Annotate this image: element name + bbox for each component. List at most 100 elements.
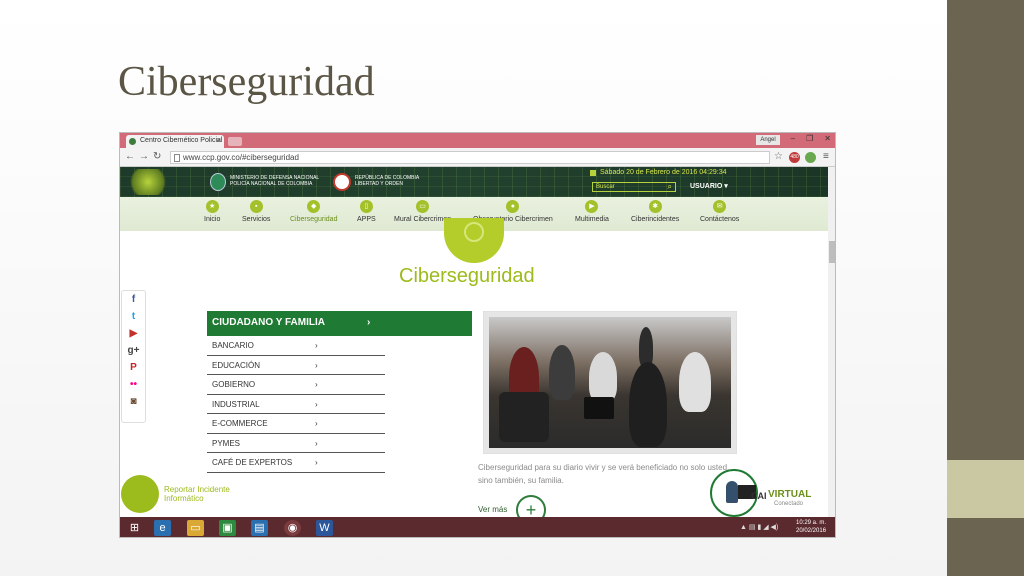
nav-ciberseguridad[interactable]: ◆ Ciberseguridad bbox=[290, 200, 337, 223]
nav-multimedia[interactable]: ▶ Multimedia bbox=[575, 200, 609, 223]
chevron-right-icon: › bbox=[315, 438, 318, 448]
social-sidebar: f t ▶ g+ P •• ◙ bbox=[121, 290, 146, 423]
menu-item-ecommerce[interactable]: E-COMMERCE › bbox=[207, 414, 385, 434]
browser-tab[interactable]: Centro Cibernético Policial × bbox=[126, 135, 224, 148]
feature-photo bbox=[483, 311, 737, 454]
profile-chip[interactable]: Angel bbox=[756, 135, 780, 145]
store-icon[interactable]: ▣ bbox=[219, 520, 236, 536]
chevron-right-icon: › bbox=[315, 341, 318, 350]
menu-header-label: CIUDADANO Y FAMILIA bbox=[212, 317, 325, 328]
chrome-icon[interactable]: ◉ bbox=[284, 520, 301, 536]
cai-label: CAI bbox=[751, 491, 767, 501]
menu-item-pymes[interactable]: PYMES › bbox=[207, 434, 385, 453]
facebook-icon[interactable]: f bbox=[122, 291, 145, 308]
shield-icon: ◆ bbox=[307, 200, 321, 213]
chevron-right-icon: › bbox=[315, 399, 318, 409]
page-scrollbar[interactable] bbox=[828, 167, 835, 517]
user-menu[interactable]: USUARIO ▾ bbox=[690, 182, 728, 190]
chevron-right-icon: › bbox=[367, 317, 371, 328]
youtube-icon[interactable]: ▶ bbox=[122, 325, 145, 342]
internet-explorer-icon[interactable]: e bbox=[154, 520, 171, 536]
report-incident-icon[interactable] bbox=[121, 475, 159, 513]
slide-title: Ciberseguridad bbox=[118, 59, 375, 105]
back-icon[interactable]: ← bbox=[125, 151, 135, 162]
robot-logo bbox=[126, 169, 170, 195]
instagram-icon[interactable]: ◙ bbox=[122, 393, 145, 410]
virtual-label: VIRTUAL bbox=[768, 489, 812, 500]
windows-taskbar: ⊞ e ▭ ▣ ▤ ◉ W ▲ ▤ ▮ ◢ ◀) 10:29 a. m. 20/… bbox=[120, 517, 835, 537]
mural-icon: ▭ bbox=[416, 200, 430, 213]
chevron-right-icon: › bbox=[315, 458, 318, 467]
chevron-right-icon: › bbox=[315, 360, 318, 370]
word-icon[interactable]: W bbox=[316, 520, 333, 536]
page-icon bbox=[174, 154, 180, 162]
ministry-text: MINISTERIO DE DEFENSA NACIONAL POLICÍA N… bbox=[230, 175, 319, 187]
mail-icon: ✉ bbox=[713, 200, 727, 213]
menu-item-educacion[interactable]: EDUCACIÓN › bbox=[207, 356, 385, 375]
chevron-right-icon: › bbox=[315, 380, 318, 389]
bookmark-star-icon[interactable]: ☆ bbox=[774, 151, 783, 162]
address-bar-input[interactable]: www.ccp.gov.co/#ciberseguridad bbox=[170, 151, 770, 164]
windows-start-icon[interactable]: ⊞ bbox=[126, 520, 143, 536]
location-icon: ● bbox=[506, 200, 520, 213]
home-icon: ★ bbox=[205, 200, 219, 213]
report-incident-link[interactable]: Reportar Incidente Informático bbox=[164, 485, 244, 503]
pinterest-icon[interactable]: P bbox=[122, 359, 145, 376]
slide-side-accent bbox=[947, 460, 1024, 518]
services-icon: ▪ bbox=[249, 200, 263, 213]
republic-shield-icon bbox=[333, 173, 351, 191]
minimize-icon[interactable]: – bbox=[791, 134, 795, 143]
connected-status: Conectado bbox=[774, 501, 804, 507]
calendar-icon bbox=[590, 170, 596, 176]
search-placeholder: Buscar bbox=[596, 184, 615, 190]
search-icon[interactable]: ⌕ bbox=[668, 182, 672, 192]
menu-header[interactable]: CIUDADANO Y FAMILIA › bbox=[207, 311, 472, 336]
chevron-right-icon: › bbox=[315, 419, 318, 428]
ministry-shield-icon bbox=[210, 173, 226, 191]
browser-titlebar: Centro Cibernético Policial × Angel – ❐ … bbox=[120, 133, 835, 148]
site-favicon-icon bbox=[129, 138, 136, 145]
twitter-icon[interactable]: t bbox=[122, 308, 145, 325]
nav-mural[interactable]: ▭ Mural Cibercrimen bbox=[394, 200, 451, 223]
nav-ciberincidentes[interactable]: ✱ Ciberincidentes bbox=[631, 200, 679, 223]
ciberseguridad-badge-icon bbox=[444, 218, 504, 263]
section-description: Ciberseguridad para su diario vivir y se… bbox=[478, 463, 730, 485]
extension-badge-icon[interactable]: 480 bbox=[789, 152, 800, 163]
flickr-icon[interactable]: •• bbox=[122, 376, 145, 393]
more-link[interactable]: Ver más bbox=[478, 505, 507, 514]
new-tab-button[interactable] bbox=[228, 137, 242, 146]
tab-title: Centro Cibernético Policial bbox=[140, 137, 223, 144]
menu-item-gobierno[interactable]: GOBIERNO › bbox=[207, 375, 385, 395]
menu-item-bancario[interactable]: BANCARIO › bbox=[207, 336, 385, 356]
republic-text: REPÚBLICA DE COLOMBIA LIBERTAD Y ORDEN bbox=[355, 175, 419, 187]
nav-contactenos[interactable]: ✉ Contáctenos bbox=[700, 200, 739, 223]
browser-toolbar: ← → ↻ www.ccp.gov.co/#ciberseguridad ☆ 4… bbox=[120, 148, 835, 167]
header-date: Sábado 20 de Febrero de 2016 04:29:34 bbox=[600, 169, 727, 176]
menu-item-cafe-expertos[interactable]: CAFÉ DE EXPERTOS › bbox=[207, 453, 385, 473]
browser-menu-icon[interactable]: ≡ bbox=[823, 151, 829, 162]
category-menu: BANCARIO › EDUCACIÓN › GOBIERNO › INDUSTRIA… bbox=[207, 336, 385, 473]
restore-icon[interactable]: ❐ bbox=[806, 134, 813, 143]
close-window-icon[interactable]: ✕ bbox=[824, 134, 831, 143]
browser-screenshot: Centro Cibernético Policial × Angel – ❐ … bbox=[119, 132, 836, 538]
google-plus-icon[interactable]: g+ bbox=[122, 342, 145, 359]
people-at-laptops-image bbox=[489, 317, 731, 448]
nav-apps[interactable]: ▯ APPS bbox=[357, 200, 376, 223]
incident-icon: ✱ bbox=[648, 200, 662, 213]
site-search-input[interactable]: Buscar ⌕ bbox=[592, 182, 676, 192]
forward-icon[interactable]: → bbox=[139, 151, 149, 162]
media-icon: ▶ bbox=[585, 200, 599, 213]
nav-inicio[interactable]: ★ Inicio bbox=[204, 200, 220, 223]
url-text: www.ccp.gov.co/#ciberseguridad bbox=[183, 153, 299, 162]
nav-servicios[interactable]: ▪ Servicios bbox=[242, 200, 270, 223]
reload-icon[interactable]: ↻ bbox=[153, 151, 161, 162]
remote-desktop-icon[interactable]: ▤ bbox=[251, 520, 268, 536]
file-explorer-icon[interactable]: ▭ bbox=[187, 520, 204, 536]
scroll-thumb[interactable] bbox=[829, 241, 835, 263]
tab-close-icon[interactable]: × bbox=[216, 136, 221, 145]
system-tray-icons[interactable]: ▲ ▤ ▮ ◢ ◀) bbox=[740, 523, 778, 531]
extension-icon[interactable] bbox=[805, 152, 816, 163]
page-title: Ciberseguridad bbox=[399, 265, 535, 287]
taskbar-clock[interactable]: 10:29 a. m. 20/02/2016 bbox=[796, 519, 826, 535]
menu-item-industrial[interactable]: INDUSTRIAL › bbox=[207, 395, 385, 414]
